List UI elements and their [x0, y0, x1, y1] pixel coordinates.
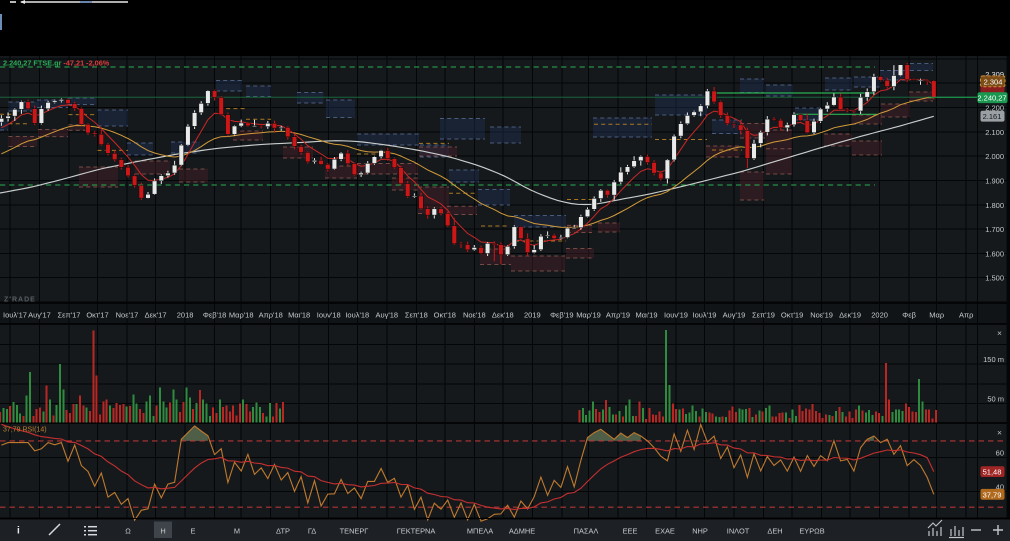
svg-text:ΓΔ: ΓΔ [308, 527, 316, 536]
svg-text:×: × [997, 428, 1002, 438]
svg-text:Ιουν'18: Ιουν'18 [317, 311, 341, 320]
svg-text:Μαρ'18: Μαρ'18 [229, 311, 254, 320]
svg-text:Ιουλ'18: Ιουλ'18 [345, 311, 369, 320]
svg-text:Απρ'18: Απρ'18 [259, 311, 283, 320]
svg-text:1.700: 1.700 [985, 225, 1004, 234]
svg-text:Μ: Μ [234, 527, 240, 536]
svg-text:Αυγ'17: Αυγ'17 [28, 311, 51, 320]
svg-text:Δεκ'17: Δεκ'17 [145, 311, 167, 320]
svg-text:Μαρ: Μαρ [929, 311, 944, 320]
svg-text:Μαρ'19: Μαρ'19 [576, 311, 601, 320]
svg-text:Απρ'19: Απρ'19 [606, 311, 630, 320]
svg-text:60: 60 [996, 449, 1004, 458]
svg-text:Σεπ'18: Σεπ'18 [405, 311, 428, 320]
svg-text:ΜΠΕΛΑ: ΜΠΕΛΑ [467, 527, 493, 536]
svg-text:Φεβ'18: Φεβ'18 [203, 311, 226, 320]
svg-text:2.161: 2.161 [983, 112, 1002, 121]
svg-text:Δεκ'19: Δεκ'19 [839, 311, 861, 320]
svg-text:Δεκ'18: Δεκ'18 [492, 311, 514, 320]
svg-text:2020: 2020 [871, 311, 888, 320]
svg-text:37,79: 37,79 [983, 490, 1002, 499]
svg-text:2.240,27: 2.240,27 [977, 94, 1006, 103]
svg-text:Φεβ'19: Φεβ'19 [550, 311, 573, 320]
svg-text:1.900: 1.900 [985, 177, 1004, 186]
svg-text:1.600: 1.600 [985, 249, 1004, 258]
svg-text:ΕΥΡΩΒ: ΕΥΡΩΒ [799, 527, 824, 536]
svg-text:Φεβ: Φεβ [902, 311, 916, 320]
svg-text:Ιουν'19: Ιουν'19 [664, 311, 688, 320]
svg-text:Ε: Ε [191, 527, 196, 536]
svg-text:2.100: 2.100 [985, 128, 1004, 137]
svg-text:Ιουλ'17: Ιουλ'17 [3, 311, 27, 320]
svg-text:2.304: 2.304 [984, 77, 1003, 86]
svg-text:Z′RADE: Z′RADE [4, 297, 36, 304]
svg-text:Ω: Ω [125, 527, 131, 536]
svg-text:ΓΕΚΤΕΡΝΑ: ΓΕΚΤΕΡΝΑ [397, 527, 436, 536]
svg-text:2019: 2019 [524, 311, 541, 320]
svg-text:Ιουλ'19: Ιουλ'19 [693, 311, 717, 320]
svg-text:Οκτ'17: Οκτ'17 [86, 311, 108, 320]
svg-text:Οκτ'19: Οκτ'19 [781, 311, 803, 320]
svg-text:ΝΗΡ: ΝΗΡ [692, 527, 708, 536]
svg-text:ΔΤΡ: ΔΤΡ [276, 527, 290, 536]
svg-text:Σεπ'19: Σεπ'19 [752, 311, 775, 320]
svg-text:×: × [997, 328, 1002, 338]
svg-text:Μαι'19: Μαι'19 [635, 311, 657, 320]
svg-text:ΕΧΑΕ: ΕΧΑΕ [655, 527, 675, 536]
svg-text:Απρ: Απρ [959, 311, 973, 320]
svg-text:37,79 RSI(14): 37,79 RSI(14) [3, 427, 47, 434]
svg-text:1.800: 1.800 [985, 201, 1004, 210]
svg-text:150 m: 150 m [983, 355, 1004, 364]
svg-text:i: i [17, 526, 20, 537]
svg-text:50 m: 50 m [987, 395, 1004, 404]
svg-text:ΤΕΝΕΡΓ: ΤΕΝΕΡΓ [340, 527, 369, 536]
svg-text:Αυγ'19: Αυγ'19 [723, 311, 746, 320]
svg-text:ΠΑΣΑΛ: ΠΑΣΑΛ [574, 527, 599, 536]
svg-text:Νοε'19: Νοε'19 [810, 311, 833, 320]
svg-text:ΑΔΜΗΕ: ΑΔΜΗΕ [509, 527, 535, 536]
svg-text:1.500: 1.500 [985, 274, 1004, 283]
svg-text:2.000: 2.000 [985, 152, 1004, 161]
svg-text:Αυγ'18: Αυγ'18 [375, 311, 398, 320]
svg-text:Σεπ'17: Σεπ'17 [58, 311, 81, 320]
svg-text:Η: Η [160, 527, 165, 536]
svg-text:Οκτ'18: Οκτ'18 [434, 311, 456, 320]
svg-text:Μαι'18: Μαι'18 [288, 311, 310, 320]
svg-text:51,48: 51,48 [983, 468, 1002, 477]
svg-text:ΕΕΕ: ΕΕΕ [623, 527, 638, 536]
svg-text:2018: 2018 [177, 311, 194, 320]
svg-text:ΔΕΗ: ΔΕΗ [767, 527, 782, 536]
svg-text:Νοε'18: Νοε'18 [463, 311, 486, 320]
svg-text:Νοε'17: Νοε'17 [116, 311, 139, 320]
svg-text:ΙΝΛΟΤ: ΙΝΛΟΤ [727, 527, 750, 536]
svg-text:2.240,27 FTSE.gr -47,21 -2,06%: 2.240,27 FTSE.gr -47,21 -2,06% [3, 58, 110, 67]
